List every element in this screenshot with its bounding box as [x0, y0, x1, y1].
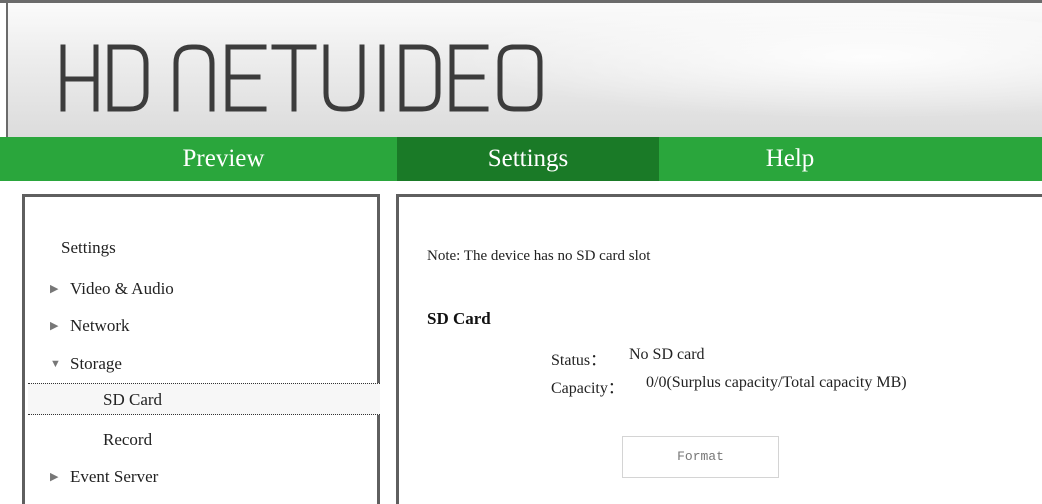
sidebar-item-event-server[interactable]: ▶ Event Server — [50, 467, 158, 487]
device-note: Note: The device has no SD card slot — [427, 248, 651, 264]
hd-netvideo-logo — [60, 44, 543, 112]
triangle-right-icon: ▶ — [50, 283, 59, 295]
sidebar-item-label: Event Server — [70, 467, 159, 486]
status-label: Status： — [551, 352, 607, 369]
format-button[interactable]: Format — [622, 436, 779, 478]
sidebar-title: Settings — [61, 238, 116, 257]
triangle-down-icon: ▼ — [50, 358, 61, 370]
nav-preview[interactable]: Preview — [0, 137, 397, 181]
sidebar-item-label: Storage — [70, 354, 122, 373]
sidebar-item-video-audio[interactable]: ▶ Video & Audio — [50, 279, 174, 299]
nav-help[interactable]: Help — [659, 137, 921, 181]
sidebar-item-storage[interactable]: ▼ Storage — [50, 354, 122, 374]
section-title: SD Card — [427, 309, 491, 328]
capacity-label: Capacity： — [551, 380, 624, 397]
sidebar-item-network[interactable]: ▶ Network — [50, 316, 129, 336]
status-value: No SD card — [629, 346, 705, 363]
main-nav: Preview Settings Help — [0, 137, 1042, 181]
sidebar-subitem-sd-card[interactable]: SD Card — [28, 383, 380, 415]
nav-settings[interactable]: Settings — [397, 137, 659, 181]
sidebar-subitem-record[interactable]: Record — [28, 424, 380, 456]
sidebar-item-label: Video & Audio — [70, 279, 174, 298]
sidebar-item-label: Network — [70, 316, 130, 335]
header-banner — [8, 3, 1042, 137]
triangle-right-icon: ▶ — [50, 320, 59, 332]
triangle-right-icon: ▶ — [50, 471, 59, 483]
capacity-value: 0/0(Surplus capacity/Total capacity MB) — [646, 374, 907, 391]
